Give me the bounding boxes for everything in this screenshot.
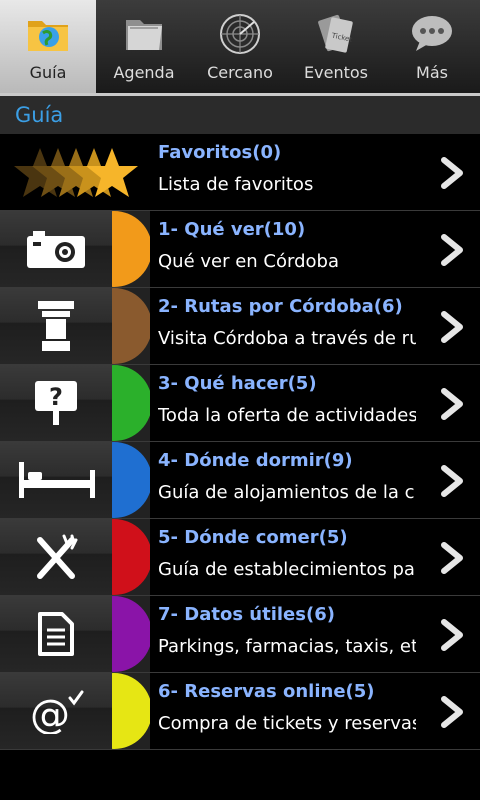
question-sign-icon: ?	[18, 375, 94, 431]
item-title: 4- Dónde dormir(9)	[158, 450, 353, 471]
item-thumbnail	[0, 211, 150, 287]
list-item-datos-utiles[interactable]: 7- Datos útiles(6) Parkings, farmacias, …	[0, 596, 480, 673]
item-thumbnail: @	[0, 673, 150, 749]
item-subtitle: Lista de favoritos	[158, 174, 314, 195]
column-icon	[18, 298, 94, 354]
tab-eventos[interactable]: Ticket Eventos	[288, 0, 384, 93]
item-thumbnail	[0, 519, 150, 595]
list-item-favoritos[interactable]: Favoritos(0) Lista de favoritos	[0, 134, 480, 211]
ticket-icon: Ticket	[313, 11, 359, 57]
item-thumbnail	[0, 442, 150, 518]
item-title: 1- Qué ver(10)	[158, 219, 306, 240]
item-title: 7- Datos útiles(6)	[158, 604, 335, 625]
guide-list: Favoritos(0) Lista de favoritos 1- Qué v…	[0, 134, 480, 750]
stars-icon	[0, 134, 150, 210]
section-title: Guía	[0, 96, 480, 134]
tab-label: Agenda	[113, 63, 175, 82]
radar-icon	[217, 11, 263, 57]
camera-icon	[18, 221, 94, 277]
svg-text:?: ?	[49, 383, 63, 411]
chevron-right-icon	[441, 542, 463, 574]
tab-cercano[interactable]: Cercano	[192, 0, 288, 93]
tab-agenda[interactable]: Agenda	[96, 0, 192, 93]
tab-mas[interactable]: Más	[384, 0, 480, 93]
chevron-right-icon	[441, 234, 463, 266]
list-item-rutas[interactable]: 2- Rutas por Córdoba(6) Visita Córdoba a…	[0, 288, 480, 365]
list-item-donde-dormir[interactable]: 4- Dónde dormir(9) Guía de alojamientos …	[0, 442, 480, 519]
tab-bar: Guía Agenda Cercano Ticket Eventos Más	[0, 0, 480, 96]
item-subtitle: Qué ver en Córdoba	[158, 251, 339, 272]
chevron-right-icon	[441, 465, 463, 497]
item-title: 2- Rutas por Córdoba(6)	[158, 296, 403, 317]
chevron-right-icon	[441, 157, 463, 189]
chevron-right-icon	[441, 619, 463, 651]
tab-label: Guía	[29, 63, 67, 82]
item-thumbnail: ?	[0, 365, 150, 441]
document-icon	[18, 606, 94, 662]
tab-label: Eventos	[304, 63, 368, 82]
item-subtitle: Visita Córdoba a través de rutas	[158, 328, 416, 349]
list-item-reservas-online[interactable]: @ 6- Reservas online(5) Compra de ticket…	[0, 673, 480, 750]
item-subtitle: Guía de alojamientos de la ciudad	[158, 482, 416, 503]
chat-bubble-icon	[409, 11, 455, 57]
chevron-right-icon	[441, 696, 463, 728]
item-subtitle: Toda la oferta de actividades	[158, 405, 416, 426]
item-title: 6- Reservas online(5)	[158, 681, 375, 702]
item-subtitle: Parkings, farmacias, taxis, etc.	[158, 636, 416, 657]
tab-label: Cercano	[207, 63, 273, 82]
list-item-que-ver[interactable]: 1- Qué ver(10) Qué ver en Córdoba	[0, 211, 480, 288]
item-subtitle: Compra de tickets y reservas	[158, 713, 416, 734]
folder-globe-icon	[25, 11, 71, 57]
chevron-right-icon	[441, 311, 463, 343]
item-thumbnail	[0, 288, 150, 364]
bed-icon	[14, 452, 100, 508]
item-title: Favoritos(0)	[158, 142, 282, 163]
at-check-icon: @	[18, 683, 94, 739]
svg-text:@: @	[30, 692, 70, 734]
list-item-que-hacer[interactable]: ? 3- Qué hacer(5) Toda la oferta de acti…	[0, 365, 480, 442]
folder-icon	[121, 11, 167, 57]
item-subtitle: Guía de establecimientos para comer	[158, 559, 416, 580]
tab-label: Más	[416, 63, 448, 82]
item-title: 3- Qué hacer(5)	[158, 373, 317, 394]
tab-guia[interactable]: Guía	[0, 0, 96, 93]
item-title: 5- Dónde comer(5)	[158, 527, 348, 548]
item-thumbnail	[0, 596, 150, 672]
list-item-donde-comer[interactable]: 5- Dónde comer(5) Guía de establecimient…	[0, 519, 480, 596]
chevron-right-icon	[441, 388, 463, 420]
fork-knife-icon	[18, 529, 94, 585]
